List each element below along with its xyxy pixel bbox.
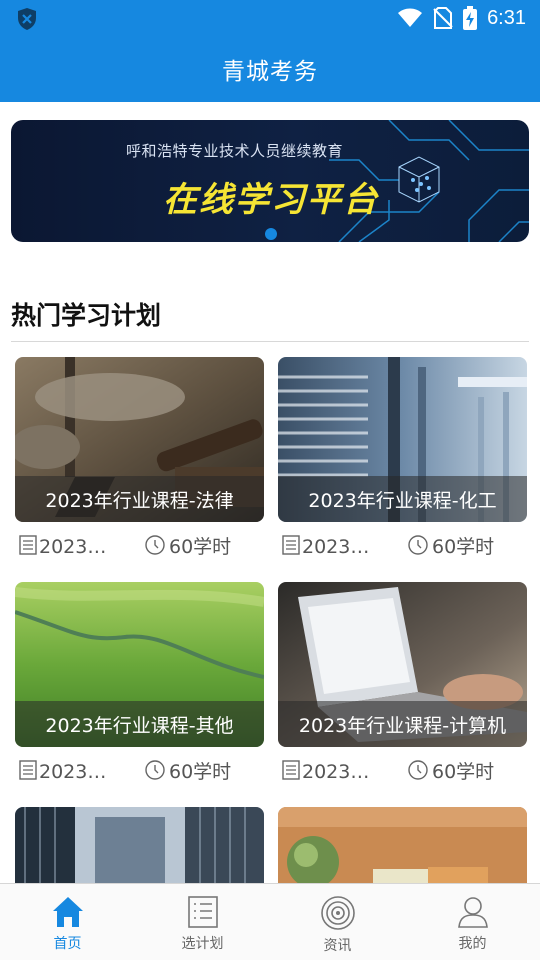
course-title: 2023年行业课程-其他 xyxy=(15,701,264,747)
course-year: 2023年度 xyxy=(39,760,125,783)
section-title: 热门学习计划 xyxy=(11,301,162,330)
bottom-nav: 首页 选计划 资讯 我的 xyxy=(0,883,540,960)
nav-select-plan[interactable]: 选计划 xyxy=(135,884,270,960)
skyscraper-image xyxy=(15,807,264,883)
course-title: 2023年行业课程-法律 xyxy=(15,476,264,522)
status-bar: 6:31 xyxy=(0,0,540,36)
course-hours: 60学时 xyxy=(432,760,495,783)
clock-icon xyxy=(145,760,165,780)
page-title: 青城考务 xyxy=(222,59,318,85)
wifi-icon xyxy=(398,8,423,27)
course-title: 2023年行业课程-化工 xyxy=(278,476,527,522)
course-year: 2023年度 xyxy=(302,760,388,783)
nav-mine-label: 我的 xyxy=(458,936,487,952)
course-hours: 60学时 xyxy=(432,535,495,558)
list-icon xyxy=(282,760,300,780)
list-icon xyxy=(19,760,37,780)
course-image-desk[interactable] xyxy=(278,807,527,883)
course-card[interactable] xyxy=(15,807,264,883)
news-icon xyxy=(320,896,355,930)
clock-icon xyxy=(408,760,428,780)
course-meta: 2023年度 60学时 xyxy=(19,756,264,784)
course-meta: 2023年度 60学时 xyxy=(282,531,527,559)
course-hours: 60学时 xyxy=(169,760,232,783)
course-image-other[interactable]: 2023年行业课程-其他 xyxy=(15,582,264,747)
banner-subtitle: 呼和浩特专业技术人员继续教育 xyxy=(126,142,344,160)
app-bar: 青城考务 xyxy=(0,36,540,102)
desk-image xyxy=(278,807,527,883)
banner-headline: 在线学习平台 xyxy=(163,180,379,220)
course-meta: 2023年度 60学时 xyxy=(282,756,527,784)
course-image-chem[interactable]: 2023年行业课程-化工 xyxy=(278,357,527,522)
nav-select-plan-label: 选计划 xyxy=(181,936,224,952)
no-sim-icon xyxy=(433,7,453,29)
course-image-computer[interactable]: 2023年行业课程-计算机 xyxy=(278,582,527,747)
course-hours: 60学时 xyxy=(169,535,232,558)
list-icon xyxy=(187,896,218,928)
shield-icon xyxy=(18,8,36,30)
banner-carousel[interactable]: 呼和浩特专业技术人员继续教育 在线学习平台 xyxy=(11,120,529,242)
carousel-indicator-dot[interactable] xyxy=(265,228,277,240)
nav-home-label: 首页 xyxy=(53,936,82,952)
course-card[interactable]: 2023年行业课程-计算机 2023年度 60学时 xyxy=(278,582,527,783)
course-card[interactable] xyxy=(278,807,527,883)
section-divider xyxy=(11,341,529,342)
battery-charging-icon xyxy=(463,6,478,30)
home-icon xyxy=(52,897,83,927)
course-card[interactable]: 2023年行业课程-化工 2023年度 60学时 xyxy=(278,357,527,558)
clock-icon xyxy=(145,535,165,555)
user-icon xyxy=(457,897,488,928)
status-time: 6:31 xyxy=(487,6,526,29)
nav-news-label: 资讯 xyxy=(323,938,352,954)
nav-mine[interactable]: 我的 xyxy=(405,884,540,960)
list-icon xyxy=(19,535,37,555)
course-year: 2023年度 xyxy=(39,535,125,558)
course-image-law[interactable]: 2023年行业课程-法律 xyxy=(15,357,264,522)
course-card[interactable]: 2023年行业课程-其他 2023年度 60学时 xyxy=(15,582,264,783)
list-icon xyxy=(282,535,300,555)
course-card[interactable]: 2023年行业课程-法律 2023年度 60学时 xyxy=(15,357,264,558)
nav-news[interactable]: 资讯 xyxy=(270,884,405,960)
nav-home[interactable]: 首页 xyxy=(0,884,135,960)
clock-icon xyxy=(408,535,428,555)
course-title: 2023年行业课程-计算机 xyxy=(278,701,527,747)
course-image-building[interactable] xyxy=(15,807,264,883)
course-meta: 2023年度 60学时 xyxy=(19,531,264,559)
course-year: 2023年度 xyxy=(302,535,388,558)
